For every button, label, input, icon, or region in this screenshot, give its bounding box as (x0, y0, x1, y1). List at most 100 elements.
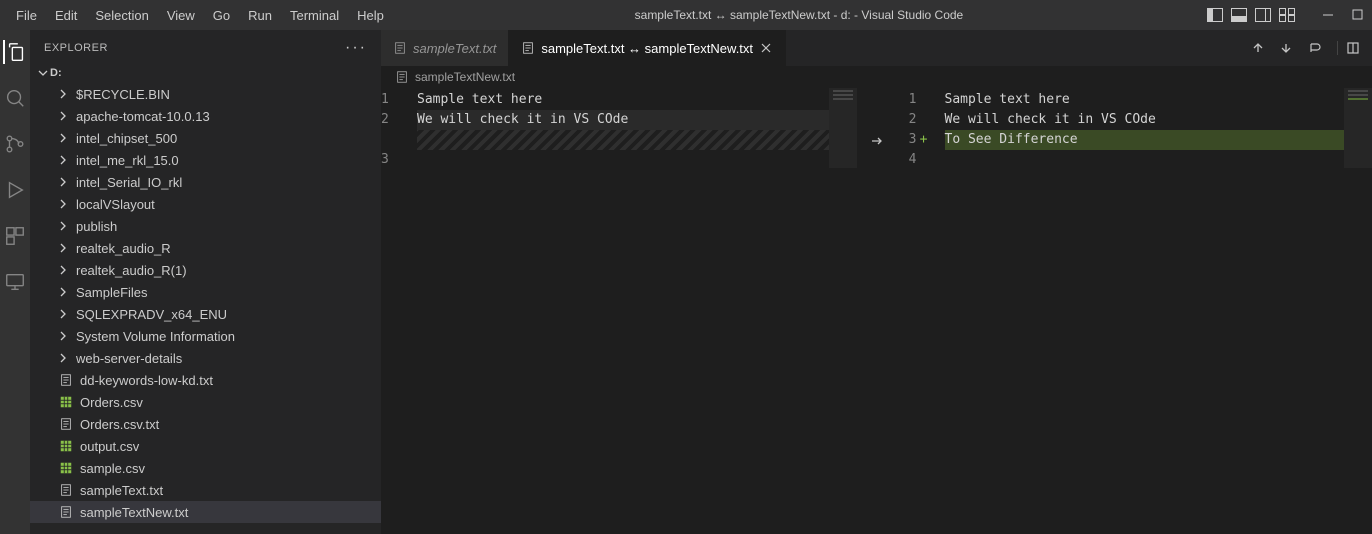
tree-row[interactable]: publish (30, 215, 381, 237)
chevron-right-icon (58, 331, 70, 341)
tree-row[interactable]: System Volume Information (30, 325, 381, 347)
toggle-primary-sidebar-icon[interactable] (1206, 7, 1224, 23)
chevron-right-icon (58, 243, 70, 253)
tree-row[interactable]: sample.csv (30, 457, 381, 479)
maximize-icon[interactable] (1352, 9, 1364, 21)
code-right[interactable]: Sample text hereWe will check it in VS C… (945, 88, 1372, 534)
menu-view[interactable]: View (159, 4, 203, 27)
activity-explorer-icon[interactable] (3, 40, 27, 64)
tree-label: Orders.csv.txt (80, 417, 159, 432)
tab-label: sampleText.txt ↔ sampleTextNew.txt (541, 41, 753, 56)
activity-extensions-icon[interactable] (3, 224, 27, 248)
activity-run-debug-icon[interactable] (3, 178, 27, 202)
code-line[interactable]: Sample text here (417, 90, 857, 110)
toggle-secondary-sidebar-icon[interactable] (1254, 7, 1272, 23)
tree-row[interactable]: Orders.csv (30, 391, 381, 413)
tree-row[interactable]: output.csv (30, 435, 381, 457)
code-line[interactable]: We will check it in VS COde (417, 110, 857, 130)
tree-row[interactable]: apache-tomcat-10.0.13 (30, 105, 381, 127)
chevron-right-icon (58, 133, 70, 143)
tree-row[interactable]: sampleText.txt (30, 479, 381, 501)
activity-source-control-icon[interactable] (3, 132, 27, 156)
gutter-right: 123+4 (897, 88, 945, 534)
tree-row[interactable]: SampleFiles (30, 281, 381, 303)
activity-remote-icon[interactable] (3, 270, 27, 294)
tree-row[interactable]: SQLEXPRADV_x64_ENU (30, 303, 381, 325)
tree-row[interactable]: web-server-details (30, 347, 381, 369)
next-change-icon[interactable] (1279, 41, 1293, 55)
minimap-left[interactable] (829, 88, 857, 534)
tree-row[interactable]: dd-keywords-low-kd.txt (30, 369, 381, 391)
code-line[interactable] (945, 150, 1372, 170)
minimize-icon[interactable] (1322, 9, 1334, 21)
code-line[interactable] (417, 150, 857, 170)
menubar-left: File Edit Selection View Go Run Terminal… (8, 4, 392, 27)
code-left[interactable]: Sample text hereWe will check it in VS C… (417, 88, 857, 534)
activity-bar (0, 30, 30, 534)
minimap-slider[interactable] (829, 88, 857, 168)
tree-label: realtek_audio_R (76, 241, 171, 256)
drive-header[interactable]: D: (30, 65, 381, 83)
previous-change-icon[interactable] (1251, 41, 1265, 55)
gutter-left: 123 (381, 88, 417, 534)
menu-run[interactable]: Run (240, 4, 280, 27)
tree-label: localVSlayout (76, 197, 155, 212)
chevron-right-icon (58, 265, 70, 275)
more-actions-icon[interactable] (1337, 41, 1360, 55)
tree-label: sampleText.txt (80, 483, 163, 498)
file-tree: $RECYCLE.BINapache-tomcat-10.0.13intel_c… (30, 83, 381, 534)
tree-row[interactable]: sampleTextNew.txt (30, 501, 381, 523)
chevron-right-icon (58, 221, 70, 231)
code-line[interactable]: Sample text here (945, 90, 1372, 110)
diff-right-pane[interactable]: 123+4 Sample text hereWe will check it i… (897, 88, 1372, 534)
tree-row[interactable]: $RECYCLE.BIN (30, 83, 381, 105)
menu-terminal[interactable]: Terminal (282, 4, 347, 27)
chevron-right-icon (58, 111, 70, 121)
activity-search-icon[interactable] (3, 86, 27, 110)
menubar: File Edit Selection View Go Run Terminal… (0, 0, 1372, 30)
customize-layout-icon[interactable] (1278, 7, 1296, 23)
drive-label: D: (50, 67, 62, 79)
sidebar-header: EXPLORER ··· (30, 30, 381, 65)
file-icon (393, 41, 407, 55)
tree-label: intel_me_rkl_15.0 (76, 153, 179, 168)
breadcrumb[interactable]: sampleTextNew.txt (381, 66, 1372, 88)
code-line[interactable]: To See Difference (945, 130, 1372, 150)
tab-label: sampleText.txt (413, 41, 496, 56)
tab-sampletext[interactable]: sampleText.txt (381, 30, 509, 66)
csv-file-icon (58, 395, 74, 409)
tabbar: sampleText.txt sampleText.txt ↔ sampleTe… (381, 30, 1372, 66)
menu-edit[interactable]: Edit (47, 4, 85, 27)
chevron-right-icon (58, 199, 70, 209)
tree-row[interactable]: intel_Serial_IO_rkl (30, 171, 381, 193)
toggle-panel-icon[interactable] (1230, 7, 1248, 23)
menu-selection[interactable]: Selection (87, 4, 156, 27)
tree-row[interactable]: intel_me_rkl_15.0 (30, 149, 381, 171)
sidebar: EXPLORER ··· D: $RECYCLE.BINapache-tomca… (30, 30, 381, 534)
sidebar-title: EXPLORER (44, 42, 108, 54)
tree-row[interactable]: localVSlayout (30, 193, 381, 215)
tab-diff[interactable]: sampleText.txt ↔ sampleTextNew.txt (509, 30, 786, 66)
text-file-icon (58, 417, 74, 431)
tree-row[interactable]: realtek_audio_R(1) (30, 259, 381, 281)
csv-file-icon (58, 439, 74, 453)
minimap-right[interactable] (1344, 88, 1372, 534)
menu-help[interactable]: Help (349, 4, 392, 27)
tree-row[interactable]: realtek_audio_R (30, 237, 381, 259)
code-line[interactable] (417, 130, 857, 150)
code-line[interactable]: We will check it in VS COde (945, 110, 1372, 130)
whitespace-icon[interactable] (1307, 41, 1323, 55)
menu-file[interactable]: File (8, 4, 45, 27)
text-file-icon (58, 483, 74, 497)
sidebar-more-icon[interactable]: ··· (345, 39, 367, 57)
arrow-right-icon (869, 133, 885, 149)
tree-label: SQLEXPRADV_x64_ENU (76, 307, 227, 322)
tree-label: System Volume Information (76, 329, 235, 344)
tree-row[interactable]: Orders.csv.txt (30, 413, 381, 435)
diff-left-pane[interactable]: 123 Sample text hereWe will check it in … (381, 88, 857, 534)
menu-go[interactable]: Go (205, 4, 238, 27)
tree-row[interactable]: intel_chipset_500 (30, 127, 381, 149)
close-tab-icon[interactable] (759, 41, 773, 55)
chevron-right-icon (58, 309, 70, 319)
minimap-slider[interactable] (1344, 88, 1372, 168)
